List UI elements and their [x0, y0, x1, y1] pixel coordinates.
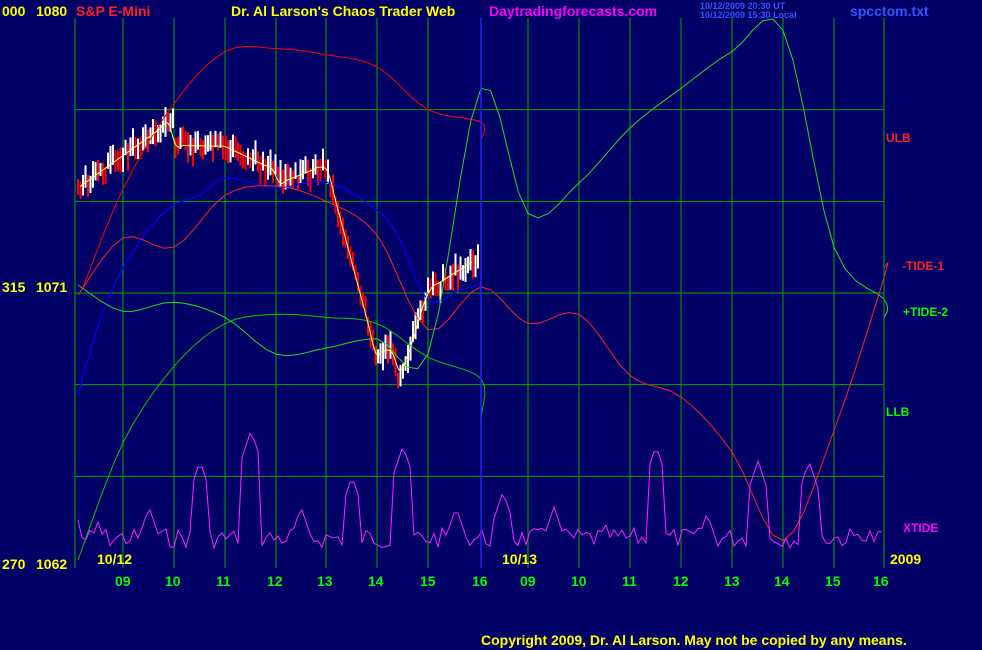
series-lines	[77, 18, 889, 561]
legend-tide2: +TIDE-2	[903, 305, 949, 319]
y-top-left-label: 000	[2, 3, 26, 19]
data-filename: spcctom.txt	[850, 3, 929, 19]
legend-xtide: XTIDE	[903, 521, 939, 535]
y-bottom-right-label: 1062	[36, 556, 68, 572]
x-tick: 13	[724, 573, 740, 589]
date-label-1013: 10/13	[502, 551, 538, 567]
date-label-1012: 10/12	[97, 551, 133, 567]
symbol-title: S&P E-Mini	[76, 3, 151, 19]
x-tick: 15	[825, 573, 841, 589]
price-bars	[77, 107, 479, 389]
x-tick: 14	[368, 573, 384, 589]
llb-line	[77, 313, 486, 561]
x-tick: 10	[571, 573, 587, 589]
legend-tide1: -TIDE-1	[902, 259, 944, 273]
x-tick: 16	[472, 573, 488, 589]
x-tick: 11	[216, 573, 231, 589]
x-tick: 09	[520, 573, 536, 589]
legend-llb: LLB	[886, 405, 910, 419]
chart-plot	[74, 18, 889, 568]
y-top-right-label: 1080	[36, 3, 68, 19]
x-tick: 10	[165, 573, 181, 589]
tide2-line	[77, 18, 889, 370]
x-tick: 13	[317, 573, 333, 589]
grid-lines	[75, 18, 885, 568]
x-tick: 14	[774, 573, 790, 589]
xtide-line	[77, 432, 883, 550]
chart-title: Dr. Al Larson's Chaos Trader Web	[231, 3, 456, 19]
site-link[interactable]: Daytradingforecasts.com	[489, 4, 657, 18]
ulb-line	[81, 45, 486, 291]
x-tick: 12	[267, 573, 283, 589]
y-mid-left-label: 315	[2, 279, 26, 295]
moving-average-line	[77, 177, 482, 396]
timestamp-local: 10/12/2009 15:30 Local	[700, 10, 797, 20]
y-mid-right-label: 1071	[36, 279, 68, 295]
x-tick: 15	[420, 573, 436, 589]
legend-ulb: ULB	[886, 131, 911, 145]
x-tick: 16	[873, 573, 889, 589]
copyright-notice: Copyright 2009, Dr. Al Larson. May not b…	[481, 632, 907, 648]
x-tick: 09	[115, 573, 131, 589]
year-label: 2009	[890, 551, 922, 567]
x-tick: 12	[673, 573, 689, 589]
x-tick: 11	[622, 573, 637, 589]
y-bottom-left-label: 270	[2, 556, 26, 572]
